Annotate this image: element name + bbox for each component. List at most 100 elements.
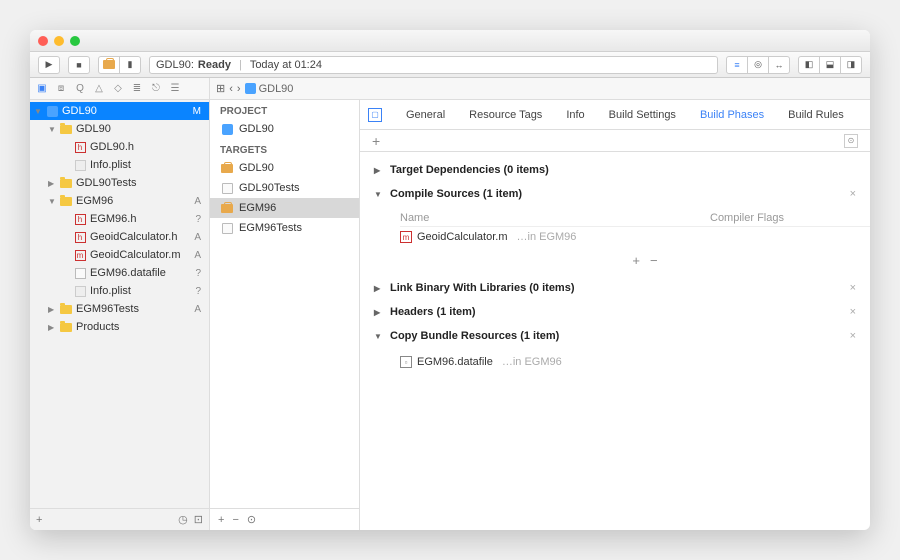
stop-button[interactable]: ■ (68, 56, 90, 74)
scm-status: ? (195, 286, 205, 297)
targets-footer: + − ⊙ (210, 508, 359, 530)
tab-build-phases[interactable]: Build Phases (688, 105, 776, 125)
forward-button[interactable]: › (237, 83, 241, 95)
disclosure-icon[interactable]: ▶ (48, 323, 56, 332)
version-editor-button[interactable]: ↔ (768, 56, 790, 74)
disclosure-icon[interactable]: ▶ (48, 305, 56, 314)
add-phase-button[interactable]: + (372, 133, 380, 149)
tree-row[interactable]: mGeoidCalculator.mA (30, 246, 209, 264)
back-button[interactable]: ‹ (229, 83, 233, 95)
phase-copy-bundle[interactable]: ▼ Copy Bundle Resources (1 item) × (360, 324, 870, 348)
phase-title: Headers (1 item) (390, 306, 476, 318)
tree-row[interactable]: Info.plist? (30, 282, 209, 300)
editor-mode-group: ≡ ◎ ↔ (726, 56, 790, 74)
project-row[interactable]: GDL90 (210, 119, 359, 139)
disclosure-icon[interactable]: ▶ (374, 166, 384, 175)
zoom-button[interactable] (70, 36, 80, 46)
tab-build-settings[interactable]: Build Settings (597, 105, 688, 125)
disclosure-icon[interactable]: ▼ (374, 190, 384, 199)
tree-row[interactable]: hGDL90.h (30, 138, 209, 156)
tree-root[interactable]: ▼ GDL90 M (30, 102, 209, 120)
remove-phase-button[interactable]: × (850, 306, 856, 318)
symbol-navigator-icon[interactable]: ⧈ (53, 81, 69, 97)
related-items-icon[interactable]: ⊞ (216, 82, 225, 95)
report-navigator-icon[interactable]: ☰ (167, 81, 183, 97)
tree-row[interactable]: ▶EGM96TestsA (30, 300, 209, 318)
minimize-button[interactable] (54, 36, 64, 46)
tab-info[interactable]: Info (554, 105, 596, 125)
navigator-selector: ▣ ⧈ Q △ ◇ ≣ ⎋ ☰ (30, 78, 210, 99)
disclosure-icon[interactable]: ▼ (374, 332, 384, 341)
activity-status: GDL90: Ready | Today at 01:24 (149, 56, 718, 74)
remove-phase-button[interactable]: × (850, 330, 856, 342)
remove-target-button[interactable]: − (232, 514, 238, 526)
add-target-button[interactable]: + (218, 514, 224, 526)
tab-resource-tags[interactable]: Resource Tags (457, 105, 554, 125)
disclosure-icon[interactable]: ▶ (374, 308, 384, 317)
scheme-selector[interactable]: ▮ (98, 56, 141, 74)
targets-header: TARGETS (210, 139, 359, 158)
tree-row[interactable]: ▼GDL90 (30, 120, 209, 138)
disclosure-icon[interactable]: ▶ (48, 179, 56, 188)
close-button[interactable] (38, 36, 48, 46)
blueprint-icon[interactable]: ▢ (368, 108, 382, 122)
tree-row[interactable]: ▼EGM96A (30, 192, 209, 210)
filter-targets-button[interactable]: ⊙ (247, 513, 256, 526)
project-icon (220, 123, 234, 135)
issue-navigator-icon[interactable]: △ (91, 81, 107, 97)
breadcrumb[interactable]: GDL90 (245, 83, 294, 95)
scm-status: A (194, 232, 205, 243)
standard-editor-button[interactable]: ≡ (726, 56, 748, 74)
disclosure-icon[interactable]: ▼ (48, 125, 56, 134)
tree-row[interactable]: ▶ Products (30, 318, 209, 336)
tree-row[interactable]: EGM96.datafile? (30, 264, 209, 282)
target-row[interactable]: EGM96 (210, 198, 359, 218)
file-icon (59, 302, 73, 316)
remove-phase-button[interactable]: × (850, 188, 856, 200)
toggle-inspector-button[interactable]: ◨ (840, 56, 862, 74)
file-location: …in EGM96 (517, 231, 577, 243)
add-button[interactable]: + (36, 514, 42, 526)
target-icon (220, 182, 234, 194)
phase-target-dependencies[interactable]: ▶ Target Dependencies (0 items) (360, 158, 870, 182)
file-name: GeoidCalculator.m (417, 231, 508, 243)
filter-options-button[interactable]: ⊙ (844, 134, 858, 148)
debug-navigator-icon[interactable]: ≣ (129, 81, 145, 97)
jump-bar[interactable]: ⊞ ‹ › GDL90 (210, 78, 870, 99)
disclosure-icon[interactable]: ▶ (374, 284, 384, 293)
toggle-navigator-button[interactable]: ◧ (798, 56, 820, 74)
bundle-file-row[interactable]: ▫ EGM96.datafile …in EGM96 (400, 352, 870, 372)
phase-compile-sources[interactable]: ▼ Compile Sources (1 item) × (360, 182, 870, 206)
target-row[interactable]: GDL90Tests (210, 178, 359, 198)
breakpoint-navigator-icon[interactable]: ⎋ (148, 81, 164, 97)
filter-scm-icon[interactable]: ⊡ (194, 513, 203, 526)
tree-row[interactable]: hGeoidCalculator.hA (30, 228, 209, 246)
phase-link-binary[interactable]: ▶ Link Binary With Libraries (0 items) × (360, 276, 870, 300)
add-file-button[interactable]: + (632, 253, 640, 268)
assistant-editor-button[interactable]: ◎ (747, 56, 769, 74)
test-navigator-icon[interactable]: ◇ (110, 81, 126, 97)
run-button[interactable]: ▶ (38, 56, 60, 74)
disclosure-icon[interactable]: ▼ (34, 107, 42, 116)
compile-sources-body: Name Compiler Flags m GeoidCalculator.m … (360, 206, 870, 276)
phase-headers[interactable]: ▶ Headers (1 item) × (360, 300, 870, 324)
file-label: GeoidCalculator.m (90, 249, 181, 261)
tab-build-rules[interactable]: Build Rules (776, 105, 856, 125)
disclosure-icon[interactable]: ▼ (48, 197, 56, 206)
toggle-debug-button[interactable]: ⬓ (819, 56, 841, 74)
remove-phase-button[interactable]: × (850, 282, 856, 294)
filter-recent-icon[interactable]: ◷ (178, 513, 188, 526)
tab-general[interactable]: General (394, 105, 457, 125)
find-navigator-icon[interactable]: Q (72, 81, 88, 97)
remove-file-button[interactable]: − (650, 253, 658, 268)
tree-row[interactable]: Info.plist (30, 156, 209, 174)
target-row[interactable]: EGM96Tests (210, 218, 359, 238)
tree-row[interactable]: ▶GDL90Tests (30, 174, 209, 192)
project-navigator-icon[interactable]: ▣ (34, 81, 50, 97)
target-row[interactable]: GDL90 (210, 158, 359, 178)
scm-status: ? (195, 268, 205, 279)
file-icon: h (73, 140, 87, 154)
file-label: Products (76, 321, 119, 333)
tree-row[interactable]: hEGM96.h? (30, 210, 209, 228)
compile-file-row[interactable]: m GeoidCalculator.m …in EGM96 (400, 227, 870, 247)
